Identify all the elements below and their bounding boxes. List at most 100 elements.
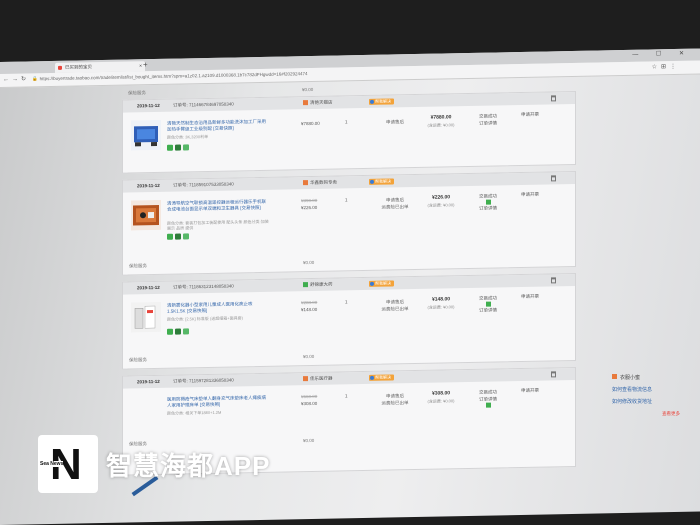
after-sale-button[interactable]: 申请售后 运费险已出单 <box>377 392 413 407</box>
back-icon[interactable]: ← <box>3 77 12 83</box>
watermark-text: 智慧海都APP <box>106 451 271 481</box>
order-detail-link[interactable]: 订单详情 <box>479 205 497 210</box>
new-tab-button[interactable]: + <box>143 60 148 69</box>
service-icon <box>175 233 181 240</box>
unit-price: ¥660.00 ¥308.00 <box>301 393 318 407</box>
status-icon <box>485 301 491 307</box>
order-date: 2019-11-12 <box>137 102 160 109</box>
shop-icon <box>303 282 308 288</box>
lock-icon: 🔒 <box>32 76 38 82</box>
order-header: 2019-11-12 订单号: 711863123148050340 舒锦康大药… <box>123 273 575 295</box>
invoice-button[interactable]: 申请开票 <box>521 294 539 300</box>
help-badge[interactable]: 帮我解决 <box>369 280 394 287</box>
star-icon[interactable]: ☆ <box>652 64 661 70</box>
reload-icon[interactable]: ↻ <box>21 76 29 82</box>
product-title[interactable]: 清涛导航空气联锁高温遥控器远程运行器乐手机联合成电池台面显示单双端和卫生器具 [… <box>167 199 267 213</box>
product-spec: 颜色分类: 相关下单1880+1.2M <box>167 409 222 416</box>
order-status: 交易成功 订单详情 <box>473 112 503 127</box>
address-bar-actions[interactable]: ☆⊞⋮ <box>652 63 680 71</box>
order-total: ¥226.00 (含运费: ¥0.00) <box>427 194 455 208</box>
status-icon <box>485 199 491 205</box>
product-thumbnail[interactable] <box>131 199 161 231</box>
original-price: ¥390.00 <box>301 197 318 204</box>
delete-order-icon[interactable] <box>551 277 556 284</box>
help-badge[interactable]: 帮我解决 <box>369 98 394 105</box>
order-header: 2019-11-12 订单号: 711597281336050340 佳乐医疗器… <box>123 367 575 389</box>
help-link[interactable]: 如何修改收货地址 <box>612 396 698 408</box>
more-link[interactable]: 查看更多 <box>612 408 698 420</box>
insurance-label: 保险服务 <box>129 357 147 363</box>
url-field[interactable]: 🔒 https://buyertrade.taobao.com/trade/ite… <box>32 71 308 82</box>
window-controls[interactable]: — ☐ ✕ <box>632 50 692 58</box>
product-thumbnail[interactable] <box>131 301 161 333</box>
service-icons <box>167 328 191 336</box>
shop-link[interactable]: 清艳天猫店 <box>303 97 333 110</box>
monitor-screen: 已买到的宝贝 × + — ☐ ✕ ←→↻ 🔒 https://buyertrade… <box>0 48 700 525</box>
nav-buttons[interactable]: ←→↻ <box>3 75 29 82</box>
order-card: 2019-11-12 订单号: 711863123148050340 舒锦康大药… <box>122 272 576 370</box>
help-badge[interactable]: 帮我解决 <box>369 374 394 381</box>
status-text: 交易成功 <box>479 389 497 395</box>
insurance-amount: ¥0.00 <box>303 437 315 444</box>
help-panel: 衣服小蜜 如何查看物流信息 如何修改收货地址 查看更多 <box>612 372 698 420</box>
service-icon <box>167 328 173 335</box>
order-total: ¥148.00 (含运费: ¥0.00) <box>427 296 455 310</box>
invoice-button[interactable]: 申请开票 <box>521 112 539 118</box>
after-sale-button[interactable]: 申请售后 <box>377 118 413 126</box>
status-icon <box>485 402 491 408</box>
order-detail-link[interactable]: 订单详情 <box>479 307 497 312</box>
menu-icon[interactable]: ⋮ <box>670 64 680 70</box>
order-detail-link[interactable]: 订单详情 <box>479 120 497 125</box>
insurance-label: 保险服务 <box>129 263 147 269</box>
product-title[interactable]: 医用防褥疮气床垫单人翻身充气床垫床老人瘫痪病人家用护理床单 [交易快照] <box>167 395 267 409</box>
forward-icon[interactable]: → <box>12 77 21 83</box>
insurance-row: 保险服务 ¥0.00 <box>123 346 575 367</box>
order-total: ¥7880.00 (含运费: ¥0.00) <box>427 114 455 128</box>
invoice-button[interactable]: 申请开票 <box>521 192 539 198</box>
service-icons <box>167 144 191 152</box>
product-spec: 颜色分类: 3K,3200利单 <box>167 134 209 140</box>
product-spec: 颜色分类: 套装打包加工装配使用 配头头条 颜色分类·加装 展示 品质 提供 <box>167 218 269 231</box>
order-status: 交易成功 订单详情 <box>473 388 503 408</box>
delete-order-icon[interactable] <box>551 175 556 182</box>
order-date: 2019-11-12 <box>137 182 160 189</box>
help-badge[interactable]: 帮我解决 <box>369 178 394 185</box>
close-tab-icon[interactable]: × <box>139 61 142 71</box>
order-number: 订单号: 711466784697050340 <box>173 101 234 108</box>
order-card: 2019-11-12 订单号: 711859107533050340 华鑫数码专… <box>122 170 576 276</box>
shop-icon <box>303 376 308 382</box>
shop-icon <box>303 100 308 106</box>
after-sale-button[interactable]: 申请售后 运费险已出单 <box>377 196 413 211</box>
service-icon <box>183 144 189 151</box>
order-date: 2019-11-12 <box>137 378 160 385</box>
extension-icon[interactable]: ⊞ <box>661 64 670 70</box>
delete-order-icon[interactable] <box>551 95 556 102</box>
invoice-button[interactable]: 申请开票 <box>521 388 539 394</box>
taobao-favicon-icon <box>58 65 62 70</box>
quantity: 1 <box>345 299 348 305</box>
product-spec: 颜色分类: [2.5K] 标准版 (送超细箱+面具套) <box>167 315 243 322</box>
insurance-row: 保险服务 ¥0.00 <box>123 252 575 273</box>
delete-order-icon[interactable] <box>551 371 556 378</box>
shop-link[interactable]: 佳乐医疗器 <box>303 373 333 386</box>
product-title[interactable]: 清艳天然制生态浴用品新鲜多功能洗沐加工厂采用加热手臂级工业级别配 [交易快照] <box>167 119 267 133</box>
product-title[interactable]: 清新雾化器小型家用儿童成人医用化痰止咳1.5K1.5K [交易快照] <box>167 301 267 315</box>
assistant-icon <box>612 374 617 379</box>
shop-link[interactable]: 华鑫数码专卖 <box>303 177 337 190</box>
product-thumbnail[interactable] <box>131 119 161 151</box>
insurance-amount: ¥0.00 <box>303 259 315 266</box>
service-icons <box>167 233 191 241</box>
shop-link[interactable]: 舒锦康大药 <box>303 279 333 292</box>
help-link[interactable]: 如何查看物流信息 <box>612 384 698 396</box>
help-panel-header: 衣服小蜜 <box>612 372 698 384</box>
watermark-logo: N Sea News <box>38 435 98 493</box>
service-icon <box>183 328 189 335</box>
order-total: ¥308.00 (含运费: ¥0.00) <box>427 390 455 404</box>
insurance-label: 保险服务 <box>128 90 146 96</box>
after-sale-button[interactable]: 申请售后 运费险已出单 <box>377 298 413 313</box>
original-price: ¥288.00 <box>301 299 318 306</box>
quantity: 1 <box>345 197 348 203</box>
order-detail-link[interactable]: 订单详情 <box>479 396 497 401</box>
order-card: 2019-11-12 订单号: 711466784697050340 清艳天猫店… <box>122 90 576 174</box>
order-header: 2019-11-12 订单号: 711859107533050340 华鑫数码专… <box>123 171 575 193</box>
